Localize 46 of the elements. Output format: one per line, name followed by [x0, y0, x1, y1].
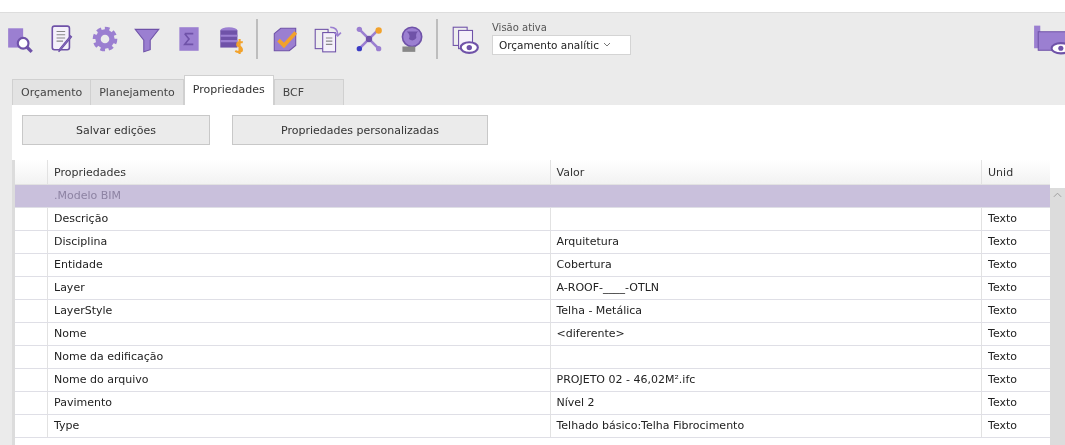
table-cell: Pavimento — [48, 392, 551, 414]
table-cell: Telha - Metálica — [550, 300, 983, 322]
table-cell: Arquitetura — [550, 231, 983, 253]
tab[interactable]: Planejamento — [90, 79, 184, 105]
table-cell: <diferente> — [550, 323, 983, 345]
column-header[interactable]: Unid — [982, 160, 1050, 184]
table-cell: Descrição — [48, 208, 551, 230]
button[interactable]: Propriedades personalizadas — [232, 115, 488, 145]
table-cell: Nome — [48, 323, 551, 345]
view-label: Visão ativa — [492, 21, 548, 33]
scrollbar[interactable] — [1050, 188, 1065, 445]
table-cell: Disciplina — [48, 231, 551, 253]
table-cell-text: Texto — [987, 211, 1019, 227]
group-label: .Modelo BIM — [48, 185, 551, 207]
table-cell-text: Texto — [987, 234, 1019, 250]
table-cell-text: Texto — [987, 395, 1019, 411]
network-icon[interactable] — [354, 24, 384, 54]
document-eye-icon[interactable] — [450, 24, 480, 54]
caret-icon — [602, 42, 611, 47]
tab[interactable]: Propriedades — [183, 75, 274, 105]
documents-icon[interactable] — [312, 24, 342, 54]
table-cell-text: Texto — [987, 280, 1019, 296]
view-dropdown[interactable]: Orçamento analític — [492, 34, 631, 55]
column-header[interactable]: Valor — [550, 160, 983, 184]
table-cell: A-ROOF-____-OTLN — [550, 277, 983, 299]
table-cell: Nível 2 — [550, 392, 983, 414]
tab[interactable]: Orçamento — [12, 79, 92, 105]
table-cell-text: Texto — [987, 418, 1019, 434]
table-cell: Entidade — [48, 254, 551, 276]
button[interactable]: Salvar edições — [22, 115, 210, 145]
table-cell-text: Texto — [987, 326, 1019, 342]
table-cell: Layer — [48, 277, 551, 299]
table-cell: LayerStyle — [48, 300, 551, 322]
column-header[interactable]: Propriedades — [48, 160, 551, 184]
tab[interactable]: BCF — [273, 79, 344, 105]
gear-icon[interactable] — [90, 24, 120, 54]
table-cell-text: Texto — [987, 372, 1019, 388]
table-cell: Nome da edificação — [48, 346, 551, 368]
table-cell: Nome do arquivo — [48, 369, 551, 391]
table-cell: Cobertura — [550, 254, 983, 276]
table-cell: Telhado básico:Telha Fibrocimento — [550, 415, 983, 437]
table-cell: PROJETO 02 - 46,02M².ifc — [550, 369, 983, 391]
table-cell-text: Texto — [987, 257, 1019, 273]
table-cell: Type — [48, 415, 551, 437]
table-cell-text: Texto — [987, 349, 1019, 365]
table-cell-text: Texto — [987, 303, 1019, 319]
